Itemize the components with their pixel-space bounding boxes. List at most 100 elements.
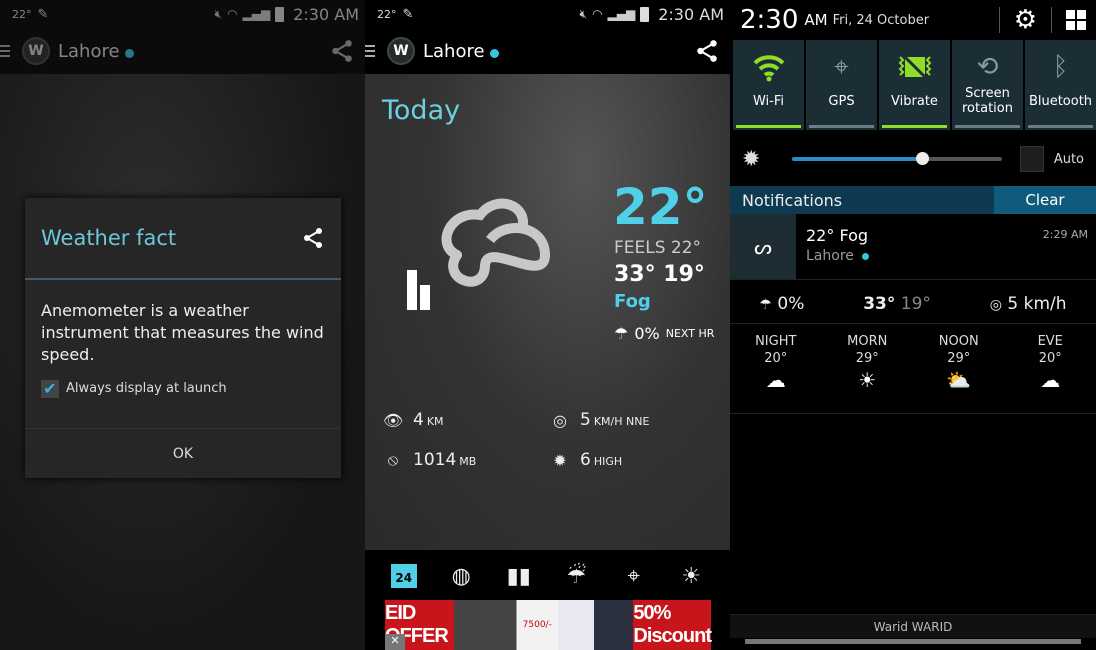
mute-icon: 🔇︎	[579, 6, 588, 21]
toggle-indicator	[736, 125, 801, 128]
fog-icon: ᔕ	[730, 214, 796, 279]
share-icon[interactable]	[694, 38, 720, 64]
bluetooth-icon: ᛒ	[1052, 52, 1069, 82]
app-bar: W Lahore	[0, 28, 365, 74]
menu-icon[interactable]	[365, 45, 375, 57]
clear-button[interactable]: Clear	[994, 186, 1096, 214]
period-noon: NOON 29° ⛅	[938, 334, 979, 392]
checkbox[interactable]: ✔	[41, 379, 59, 398]
precip-next-hour: ☂ 0% NEXT HR	[614, 324, 715, 343]
slider-knob[interactable]	[915, 152, 929, 165]
slider-fill	[791, 157, 922, 161]
drag-handle[interactable]	[745, 639, 1081, 644]
location-dot	[124, 49, 134, 58]
ad-tablet-image: 7500/-	[454, 600, 559, 650]
auto-label: Auto	[1053, 151, 1084, 167]
share-icon[interactable]	[329, 38, 355, 64]
toggle-wifi[interactable]: Wi-Fi	[733, 40, 804, 130]
notification-shade: 2:30 AM Fri, 24 October ⚙ Wi-Fi ⌖ GPS Vi	[730, 0, 1096, 650]
ad-case-image	[593, 600, 634, 650]
toggle-vibrate[interactable]: Vibrate	[879, 40, 950, 130]
dialog-body: Anemometer is a weather instrument that …	[41, 301, 324, 364]
tab-today[interactable]: 24	[387, 561, 421, 591]
sunrise-icon: ☀	[681, 563, 702, 589]
pencil-icon: ✎	[402, 6, 414, 22]
status-temp: 22°	[12, 7, 32, 21]
weather-fact-dialog: Weather fact Anemometer is a weather ins…	[25, 198, 341, 478]
night-cloud-icon: ☁	[765, 368, 786, 392]
low-temp: 19°	[900, 293, 931, 314]
tab-radar[interactable]: ◍	[444, 561, 478, 591]
am-pm: AM	[804, 11, 828, 29]
tab-precipitation[interactable]: ☔	[559, 561, 593, 591]
always-display-checkbox-row[interactable]: ✔ Always display at launch	[41, 378, 325, 400]
partly-cloudy-icon: ⛅	[946, 368, 972, 392]
mute-icon: 🔇︎	[214, 6, 223, 21]
divider	[1051, 7, 1052, 33]
tab-sun[interactable]: ☀	[674, 561, 708, 591]
shade-header: 2:30 AM Fri, 24 October ⚙	[730, 0, 1096, 40]
compass-icon: ◎	[553, 410, 567, 430]
globe-icon: ◍	[451, 563, 471, 589]
wifi-icon: ◠	[592, 7, 603, 21]
auto-brightness-checkbox[interactable]	[1019, 146, 1044, 172]
signal-icon: ▂▄▆	[242, 7, 271, 21]
app-logo: W	[387, 37, 415, 65]
toggle-indicator	[1028, 125, 1093, 128]
signal-icon: ▂▄▆	[607, 7, 636, 21]
ad-right-text: 50% Discount	[633, 600, 712, 650]
dialog-screen: 22° ✎ 🔇︎ ◠ ▂▄▆ 2:30 AM W Lahore Weather …	[0, 0, 365, 650]
today-heading: Today	[382, 95, 461, 126]
uv-stat: ✹ 6 HIGH	[550, 450, 622, 470]
brightness-row: ✹ Auto	[730, 137, 1096, 181]
current-temperature: 22°	[613, 178, 708, 236]
fog-icon	[407, 198, 550, 310]
map-pin-icon: ⌖	[627, 563, 640, 589]
visibility-stat: 👁︎ 4 KM	[383, 410, 444, 430]
brightness-slider[interactable]	[791, 152, 1002, 165]
city-name[interactable]: Lahore	[58, 41, 120, 62]
period-eve: EVE 20° ☁	[1037, 334, 1063, 392]
status-bar: 22° ✎ 🔇︎ ◠ ▂▄▆ 2:30 AM	[365, 0, 730, 28]
toggle-screen-rotation[interactable]: ⟲ Screen rotation	[952, 40, 1023, 130]
city-name[interactable]: Lahore	[423, 41, 485, 62]
gps-icon: ⌖	[834, 51, 849, 82]
toggle-indicator	[809, 125, 874, 128]
tab-map[interactable]: ⌖	[617, 561, 651, 591]
date: Fri, 24 October	[832, 12, 930, 28]
umbrella-icon: ☂	[759, 296, 772, 313]
condition: Fog	[614, 291, 651, 312]
toggle-gps[interactable]: ⌖ GPS	[806, 40, 877, 130]
weather-notification[interactable]: ᔕ 22° Fog Lahore 2:29 AM	[730, 214, 1096, 280]
menu-icon[interactable]	[0, 45, 10, 57]
wind-value: 5 km/h	[1007, 293, 1067, 314]
ad-banner[interactable]: EID OFFER 7500/- 50% Discount ✕	[385, 600, 712, 650]
gear-icon[interactable]: ⚙	[1014, 5, 1037, 35]
notification-time: 2:29 AM	[1042, 228, 1088, 241]
share-icon[interactable]	[301, 226, 325, 250]
status-bar: 22° ✎ 🔇︎ ◠ ▂▄▆ 2:30 AM	[0, 0, 365, 28]
divider	[998, 7, 1000, 33]
toggle-indicator	[882, 125, 947, 128]
tab-graphs[interactable]: ▮▮	[502, 561, 536, 591]
app-logo: W	[22, 37, 50, 65]
notification-stats: ☂ 0% 33° 19° ◎ 5 km/h	[730, 284, 1096, 324]
sun-icon: ☀	[858, 368, 877, 392]
evening-cloud-icon: ☁	[1040, 368, 1061, 392]
today-screen: 22° ✎ 🔇︎ ◠ ▂▄▆ 2:30 AM W Lahore Today 22…	[365, 0, 730, 650]
edit-quick-settings-icon[interactable]	[1066, 10, 1086, 30]
location-dot	[489, 49, 499, 58]
status-time: 2:30 AM	[293, 4, 359, 24]
battery-icon	[275, 6, 285, 22]
ok-button[interactable]: OK	[25, 428, 341, 478]
app-bar: W Lahore	[365, 28, 730, 74]
toggle-bluetooth[interactable]: ᛒ Bluetooth	[1025, 40, 1096, 130]
toggle-indicator	[955, 125, 1020, 128]
period-night: NIGHT 20° ☁	[755, 334, 797, 392]
calendar-icon: 24	[390, 564, 417, 588]
wind-stat: ◎ 5 KM/H NNE	[550, 410, 649, 430]
feels-like: FEELS 22°	[614, 238, 702, 258]
ad-close-button[interactable]: ✕	[385, 634, 405, 650]
pressure-stat: ⦸ 1014 MB	[383, 450, 477, 470]
checkbox-label: Always display at launch	[66, 381, 227, 396]
